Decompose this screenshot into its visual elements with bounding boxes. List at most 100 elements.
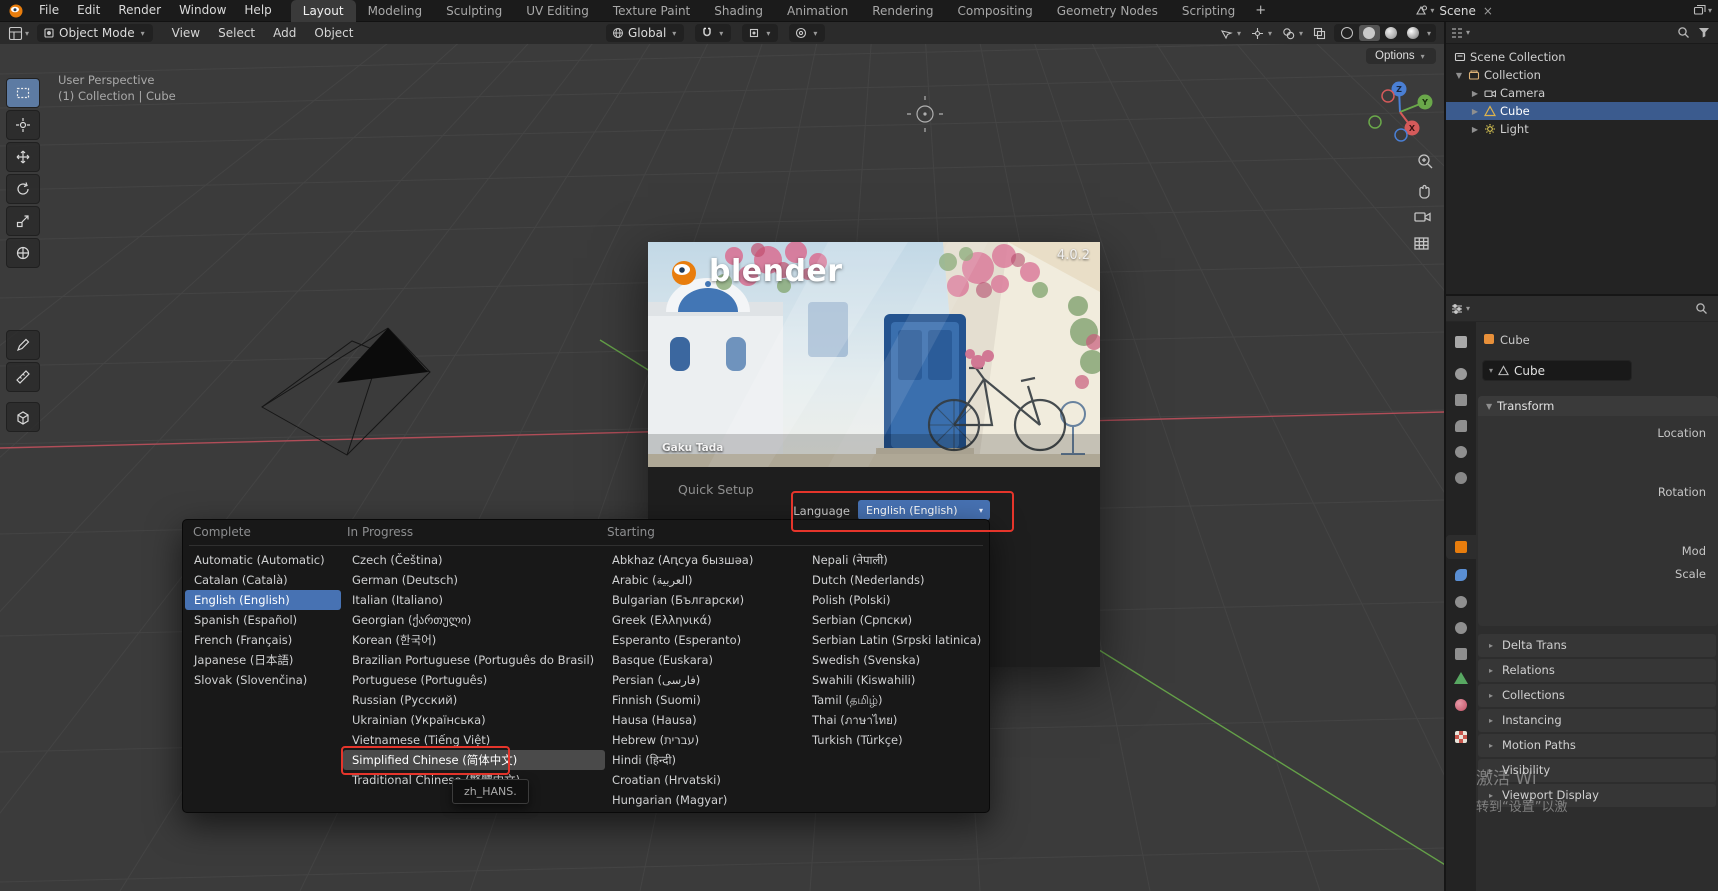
language-dropdown[interactable]: English (English) ▾	[858, 500, 990, 520]
viewport-menu-item[interactable]: Select	[209, 22, 264, 44]
filter-icon[interactable]	[1698, 27, 1710, 38]
workspace-tab[interactable]: Scripting	[1170, 0, 1247, 22]
language-menu-item[interactable]: Hindi (हिन्दी)	[603, 750, 801, 770]
properties-search-icon[interactable]	[1695, 302, 1718, 315]
property-subpanel-header[interactable]: ▸ Delta Trans	[1478, 634, 1716, 657]
annotate-tool[interactable]	[6, 330, 40, 360]
language-menu-item[interactable]: Arabic (العربية)	[603, 570, 801, 590]
camera-view-icon[interactable]	[1415, 213, 1430, 221]
workspace-tab[interactable]: Modeling	[356, 0, 435, 22]
axis-y-neg-ball[interactable]	[1369, 116, 1381, 128]
language-menu-item[interactable]: Portuguese (Português)	[343, 670, 605, 690]
outliner-row-cube[interactable]: ▶ Cube	[1444, 102, 1718, 120]
workspace-tab[interactable]: Geometry Nodes	[1045, 0, 1170, 22]
search-icon[interactable]	[1677, 26, 1690, 39]
language-menu-item[interactable]: Hungarian (Magyar)	[603, 790, 801, 810]
language-menu-item[interactable]: Brazilian Portuguese (Português do Brasi…	[343, 650, 605, 670]
render-properties-tab[interactable]	[1448, 362, 1474, 386]
overlays-toggle[interactable]: ▾	[1282, 27, 1305, 40]
language-menu-item[interactable]: Czech (Čeština)	[343, 550, 605, 570]
rotate-tool[interactable]	[6, 174, 40, 204]
move-view-hand-icon[interactable]	[1420, 186, 1429, 199]
language-menu-item[interactable]: Serbian Latin (Srpski latinica)	[803, 630, 989, 650]
scene-name[interactable]: Scene	[1439, 4, 1476, 18]
property-subpanel-header[interactable]: ▸ Viewport Display	[1478, 784, 1716, 807]
gizmos-toggle[interactable]: ▾	[1251, 27, 1274, 40]
language-menu-item[interactable]: Tamil (தமிழ்)	[803, 690, 989, 710]
language-menu-item[interactable]: Catalan (Català)	[185, 570, 341, 590]
object-data-properties-tab[interactable]	[1448, 666, 1474, 690]
property-subpanel-header[interactable]: ▸ Visibility	[1478, 759, 1716, 782]
shading-wireframe-button[interactable]	[1337, 25, 1358, 41]
transform-panel-header[interactable]: ▼ Transform	[1478, 396, 1718, 416]
transform-tool[interactable]	[6, 238, 40, 268]
axis-x-neg-ball[interactable]	[1382, 90, 1394, 102]
workspace-tab[interactable]: Animation	[775, 0, 860, 22]
workspace-tab[interactable]: Rendering	[860, 0, 945, 22]
outliner-row-camera[interactable]: ▶ Camera	[1444, 84, 1718, 102]
topbar-menu-item[interactable]: Render	[109, 0, 170, 21]
axis-z-neg-ball[interactable]	[1395, 129, 1407, 141]
language-menu-item[interactable]: Abkhaz (Аԥсуа бызшәа)	[603, 550, 801, 570]
output-properties-tab[interactable]	[1448, 388, 1474, 412]
workspace-tab[interactable]: Texture Paint	[601, 0, 702, 22]
unlink-scene-icon[interactable]: ×	[1483, 4, 1493, 18]
disclosure-triangle-icon[interactable]: ▶	[1470, 125, 1480, 134]
language-menu-item[interactable]: Polish (Polski)	[803, 590, 989, 610]
language-menu-item[interactable]: Italian (Italiano)	[343, 590, 605, 610]
particle-properties-tab[interactable]	[1448, 590, 1474, 614]
outliner-row-collection[interactable]: ▼ Collection	[1444, 66, 1718, 84]
language-menu-item[interactable]: Serbian (Српски)	[803, 610, 989, 630]
viewport-menu-item[interactable]: Add	[264, 22, 305, 44]
disclosure-triangle-icon[interactable]: ▶	[1470, 89, 1480, 98]
language-menu-item[interactable]: Swahili (Kiswahili)	[803, 670, 989, 690]
language-menu-item[interactable]: Japanese (日本語)	[185, 650, 341, 670]
property-subpanel-header[interactable]: ▸ Relations	[1478, 659, 1716, 682]
language-menu-item[interactable]: Persian (فارسی)	[603, 670, 801, 690]
modifier-properties-tab[interactable]	[1448, 563, 1474, 587]
blender-logo-icon[interactable]	[8, 3, 24, 19]
language-menu-item[interactable]: Hausa (Hausa)	[603, 710, 801, 730]
language-menu-item[interactable]: Thai (ภาษาไทย)	[803, 710, 989, 730]
language-menu-item[interactable]: English (English)	[185, 590, 341, 610]
cursor-tool[interactable]	[6, 110, 40, 140]
topbar-menu-item[interactable]: Window	[170, 0, 235, 21]
properties-editor-type-button[interactable]: ▾	[1450, 302, 1472, 316]
language-menu-item[interactable]: Russian (Русский)	[343, 690, 605, 710]
language-menu-item[interactable]: Spanish (Español)	[185, 610, 341, 630]
topbar-menu-item[interactable]: Help	[235, 0, 280, 21]
options-button[interactable]: Options ▾	[1366, 48, 1436, 64]
topbar-menu-item[interactable]: File	[30, 0, 68, 21]
texture-properties-tab[interactable]	[1448, 725, 1474, 749]
object-name-field[interactable]: ▾ Cube	[1482, 360, 1632, 381]
physics-properties-tab[interactable]	[1448, 616, 1474, 640]
tool-properties-tab[interactable]	[1448, 330, 1474, 354]
viewport-menu-item[interactable]: View	[163, 22, 209, 44]
chevron-down-icon[interactable]: ▾	[1708, 6, 1712, 15]
select-box-tool[interactable]	[6, 78, 40, 108]
shading-solid-button[interactable]	[1359, 25, 1380, 41]
property-subpanel-header[interactable]: ▸ Collections	[1478, 684, 1716, 707]
navigation-gizmo[interactable]: Z Y X	[1369, 82, 1433, 142]
proportional-editing-toggle[interactable]: ▾	[789, 24, 825, 42]
language-menu-item[interactable]: Ukrainian (Українська)	[343, 710, 605, 730]
light-gizmo[interactable]	[907, 96, 943, 132]
snap-target-selector[interactable]: ▾	[742, 24, 778, 42]
scale-tool[interactable]	[6, 206, 40, 236]
language-menu-item[interactable]: Finnish (Suomi)	[603, 690, 801, 710]
add-workspace-button[interactable]: +	[1247, 3, 1274, 18]
language-menu-item[interactable]: Simplified Chinese (简体中文)	[343, 750, 605, 770]
property-subpanel-header[interactable]: ▸ Motion Paths	[1478, 734, 1716, 757]
language-menu-item[interactable]: Hebrew (עברית)	[603, 730, 801, 750]
workspace-tab[interactable]: UV Editing	[514, 0, 601, 22]
disclosure-triangle-icon[interactable]: ▶	[1470, 107, 1480, 116]
workspace-tab[interactable]: Shading	[702, 0, 775, 22]
language-menu-item[interactable]: Vietnamese (Tiếng Việt)	[343, 730, 605, 750]
outliner-editor-type-button[interactable]: ▾	[1450, 26, 1472, 40]
chevron-down-icon[interactable]: ▾	[1430, 6, 1434, 15]
language-menu-item[interactable]: Slovak (Slovenčina)	[185, 670, 341, 690]
editor-type-button[interactable]: ▾	[8, 26, 31, 41]
language-menu-item[interactable]: Basque (Euskara)	[603, 650, 801, 670]
outliner-row-light[interactable]: ▶ Light	[1444, 120, 1718, 138]
xray-toggle[interactable]	[1313, 27, 1326, 40]
